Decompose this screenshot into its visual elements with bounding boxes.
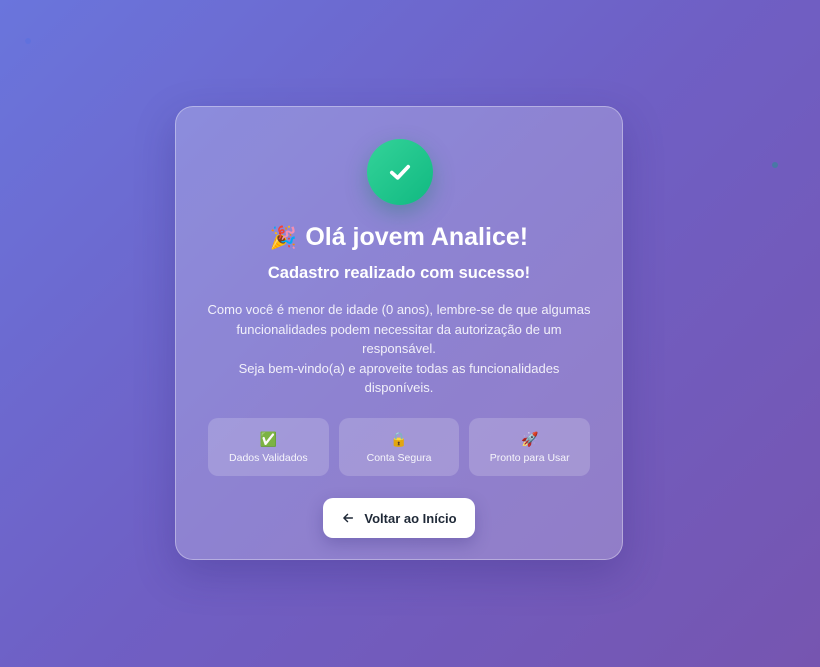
rocket-icon: 🚀 — [520, 430, 539, 447]
feature-dados-validados: ✅ Dados Validados — [208, 418, 329, 476]
party-popper-icon: 🎉 — [269, 224, 298, 250]
back-button-label: Voltar ao Início — [364, 510, 457, 526]
check-box-icon: ✅ — [259, 430, 278, 447]
arrow-left-icon — [343, 513, 354, 523]
feature-conta-segura: 🔒 Conta Segura — [338, 418, 460, 476]
feature-label: Conta Segura — [366, 451, 432, 464]
greeting-title: 🎉 Olá jovem Analice! — [176, 223, 622, 252]
minor-notice-text: Como você é menor de idade (0 anos), lem… — [207, 302, 591, 356]
success-subtitle: Cadastro realizado com sucesso! — [267, 264, 531, 282]
info-message: Como você é menor de idade (0 anos), lem… — [206, 300, 592, 398]
welcome-text: Seja bem-vindo(a) e aproveite todas as f… — [238, 360, 560, 396]
feature-list: ✅ Dados Validados 🔒 Conta Segura 🚀 Pront… — [208, 418, 591, 476]
feature-label: Pronto para Usar — [489, 451, 570, 464]
feature-pronto-para-usar: 🚀 Pronto para Usar — [469, 418, 591, 476]
decorative-dot — [772, 162, 778, 168]
lock-icon: 🔒 — [390, 430, 408, 447]
back-to-home-button[interactable]: Voltar ao Início — [323, 498, 475, 538]
feature-label: Dados Validados — [229, 451, 308, 464]
success-card: 🎉 Olá jovem Analice! Cadastro realizado … — [175, 106, 623, 560]
success-check-icon — [367, 139, 433, 205]
greeting-text: Olá jovem Analice! — [305, 223, 529, 251]
decorative-dot — [25, 38, 31, 44]
